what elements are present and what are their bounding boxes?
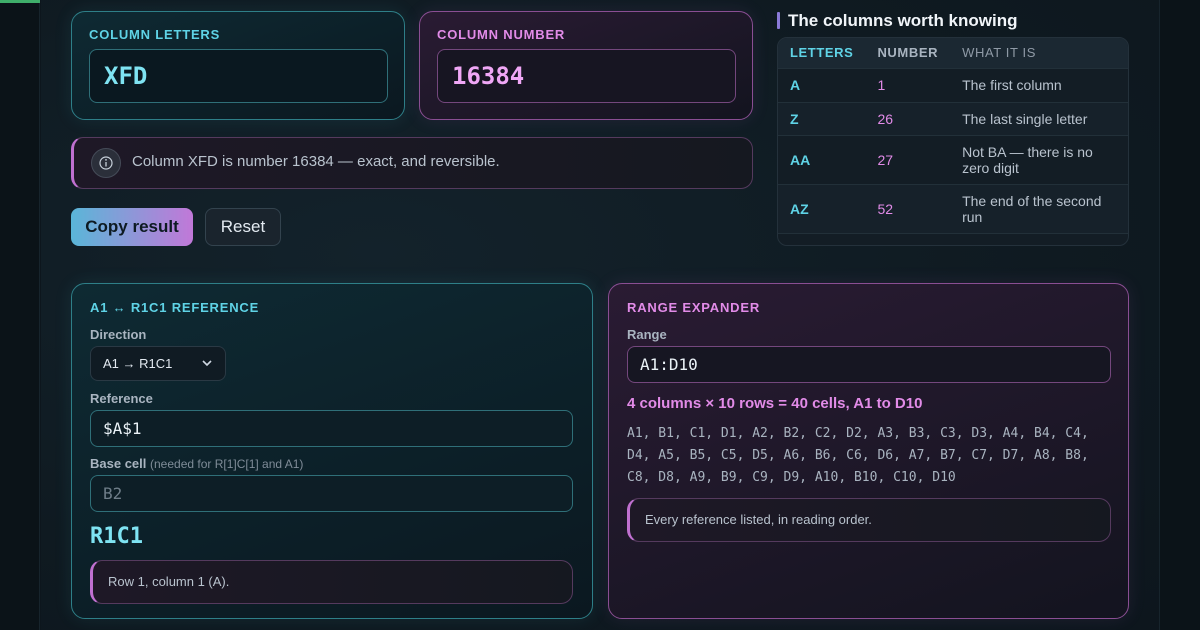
row-number: 52 [865,183,951,233]
column-number-label: COLUMN NUMBER [437,27,566,42]
row-desc: The last single letter [950,101,1128,135]
range-label: Range [627,327,667,342]
column-letters-card: COLUMN LETTERS XFD [71,11,405,120]
result-notice: Column XFD is number 16384 — exact, and … [71,137,753,189]
progress-accent [0,0,40,3]
reference-label: Reference [90,391,153,406]
row-number: 1 [865,67,951,102]
reference-input[interactable]: $A$1 [90,410,573,447]
chevron-down-icon [201,357,213,372]
columns-table: LETTERS NUMBER WHAT IT IS A 1 The first … [777,37,1129,246]
row-number: 53 [865,232,951,245]
cell-list-line: C8, D8, A9, B9, C9, D9, A10, B10, C10, D… [627,470,956,485]
row-desc: The end of the second run [950,183,1128,233]
columns-table-title: The columns worth knowing [777,11,1018,30]
header-what-it-is: WHAT IT IS [950,38,1128,68]
r1c1-panel-title: A1 ↔ R1C1 REFERENCE [90,300,260,315]
table-row: Z 26 The last single letter [778,101,1128,135]
range-panel-title: RANGE EXPANDER [627,300,761,315]
row-number: 26 [865,101,951,135]
r1c1-result: R1C1 [90,524,143,549]
range-cell-list: A1, B1, C1, D1, A2, B2, C2, D2, A3, B3, … [627,423,1111,489]
direction-select[interactable]: A1 → R1C1 [90,346,226,381]
table-row: AA 27 Not BA — there is no zero digit [778,134,1128,184]
range-input[interactable]: A1:D10 [627,346,1111,383]
row-letters: AZ [778,183,866,233]
row-letters: BA [778,232,866,245]
row-number: 27 [865,134,951,184]
table-row: BA 53 The one after that [778,232,1128,245]
row-desc: The one after that [950,232,1128,245]
row-letters: A [778,67,866,102]
row-letters: Z [778,101,866,135]
header-number: NUMBER [865,38,951,68]
info-icon [91,148,121,178]
column-number-input[interactable]: 16384 [437,49,736,103]
column-number-card: COLUMN NUMBER 16384 [419,11,753,120]
r1c1-note-text: Row 1, column 1 (A). [108,574,230,589]
copy-result-button[interactable]: Copy result [71,208,193,246]
cell-list-line: D4, A5, B5, C5, D5, A6, B6, C6, D6, A7, … [627,448,1089,463]
row-desc: Not BA — there is no zero digit [950,134,1128,184]
right-rail [1159,0,1200,630]
column-letters-label: COLUMN LETTERS [89,27,221,42]
cell-list-line: A1, B1, C1, D1, A2, B2, C2, D2, A3, B3, … [627,426,1089,441]
column-letters-input[interactable]: XFD [89,49,388,103]
table-header-row: LETTERS NUMBER WHAT IT IS [778,38,1128,68]
range-summary: 4 columns × 10 rows = 40 cells, A1 to D1… [627,395,923,412]
table-row: AZ 52 The end of the second run [778,183,1128,233]
range-note: Every reference listed, in reading order… [627,498,1111,542]
reset-button[interactable]: Reset [205,208,281,246]
header-letters: LETTERS [778,38,866,68]
r1c1-panel: A1 ↔ R1C1 REFERENCE Direction A1 → R1C1 … [71,283,593,619]
notice-text: Column XFD is number 16384 — exact, and … [132,153,500,170]
row-desc: The first column [950,67,1128,102]
table-row: A 1 The first column [778,67,1128,102]
base-cell-label: Base cell (needed for R[1]C[1] and A1) [90,456,303,471]
main-area: COLUMN LETTERS XFD COLUMN NUMBER 16384 C… [41,0,1159,630]
base-cell-label-text: Base cell [90,456,147,471]
range-note-text: Every reference listed, in reading order… [645,512,872,527]
base-cell-hint: (needed for R[1]C[1] and A1) [150,457,304,471]
r1c1-note: Row 1, column 1 (A). [90,560,573,604]
base-cell-input[interactable]: B2 [90,475,573,512]
left-rail [0,0,40,630]
direction-label: Direction [90,327,147,342]
range-expander-panel: RANGE EXPANDER Range A1:D10 4 columns × … [608,283,1129,619]
row-letters: AA [778,134,866,184]
direction-value: A1 → R1C1 [103,356,173,371]
